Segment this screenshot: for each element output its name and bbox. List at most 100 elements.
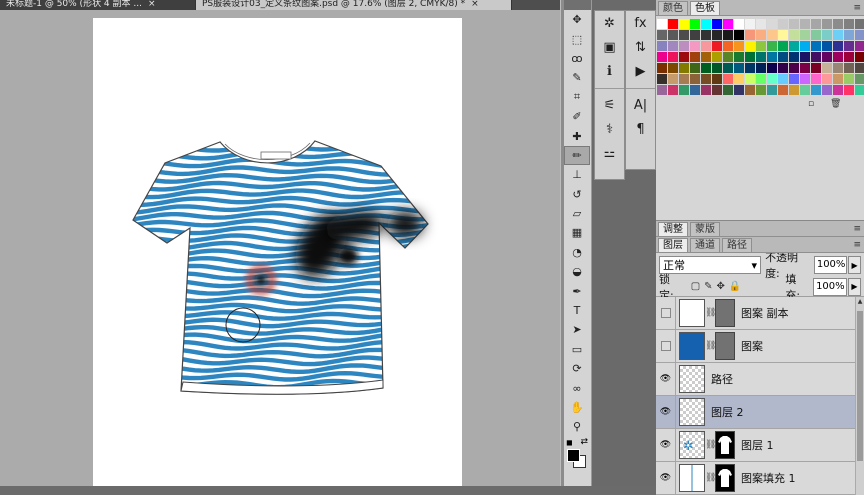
- color-swatch[interactable]: [833, 74, 843, 84]
- color-swatch[interactable]: [723, 63, 733, 73]
- color-swatch[interactable]: [767, 30, 777, 40]
- lock-transparent-icon[interactable]: ▢: [691, 281, 700, 292]
- color-swatch[interactable]: [668, 74, 678, 84]
- color-swatch[interactable]: [712, 63, 722, 73]
- color-swatch[interactable]: [789, 74, 799, 84]
- color-swatch[interactable]: [811, 41, 821, 51]
- color-swatch[interactable]: [745, 63, 755, 73]
- layer-row[interactable]: 👁 图层 2: [656, 395, 864, 429]
- eyedropper-tool[interactable]: ✐: [564, 107, 590, 126]
- color-swatch[interactable]: [833, 30, 843, 40]
- color-swatch[interactable]: [690, 52, 700, 62]
- color-swatch[interactable]: [800, 41, 810, 51]
- dodge-tool[interactable]: ◒: [564, 262, 590, 281]
- color-swatch[interactable]: [690, 19, 700, 29]
- color-swatch[interactable]: [822, 74, 832, 84]
- color-swatch[interactable]: [723, 85, 733, 95]
- color-swatch[interactable]: [668, 41, 678, 51]
- type-tool[interactable]: T: [564, 301, 590, 320]
- color-swatch[interactable]: [767, 85, 777, 95]
- color-swatch[interactable]: [844, 30, 854, 40]
- color-swatch[interactable]: [811, 63, 821, 73]
- document-tab[interactable]: PS服装设计03_定义条纹图案.psd @ 17.6% (图层 2, CMYK/…: [196, 0, 512, 10]
- color-swatch[interactable]: [833, 41, 843, 51]
- toolbox-grip[interactable]: [564, 0, 591, 10]
- path-select-tool[interactable]: ➤: [564, 320, 590, 339]
- document-tab[interactable]: 未标题-1 @ 50% (形状 4 副本 ... ×: [0, 0, 196, 10]
- 3d-rotate-tool[interactable]: ⟳: [564, 359, 590, 378]
- marquee-tool[interactable]: ⬚: [564, 29, 590, 48]
- color-swatch[interactable]: [701, 74, 711, 84]
- link-icon[interactable]: ⛓: [705, 473, 716, 483]
- layer-row[interactable]: ⛓ 图案: [656, 329, 864, 363]
- color-swatch[interactable]: [701, 30, 711, 40]
- color-swatch[interactable]: [811, 52, 821, 62]
- color-swatch[interactable]: [844, 85, 854, 95]
- clone-source-icon[interactable]: ⚕: [595, 117, 624, 141]
- color-swatch[interactable]: [811, 30, 821, 40]
- color-swatch[interactable]: [844, 41, 854, 51]
- opacity-slider-button[interactable]: ▶: [848, 256, 861, 274]
- scroll-up-icon[interactable]: ▲: [856, 297, 864, 307]
- color-swatch[interactable]: [855, 74, 864, 84]
- color-swatch[interactable]: [778, 63, 788, 73]
- color-swatch[interactable]: [745, 85, 755, 95]
- color-swatch[interactable]: [723, 52, 733, 62]
- tab-swatches[interactable]: 色板: [690, 1, 720, 15]
- color-swatch[interactable]: [756, 74, 766, 84]
- color-swatch[interactable]: [657, 41, 667, 51]
- color-swatch[interactable]: [723, 74, 733, 84]
- color-swatch[interactable]: [822, 52, 832, 62]
- color-swatch[interactable]: [767, 19, 777, 29]
- color-swatch[interactable]: [734, 74, 744, 84]
- color-swatch[interactable]: [789, 52, 799, 62]
- color-swatch[interactable]: [701, 19, 711, 29]
- color-swatch[interactable]: [855, 19, 864, 29]
- color-swatch[interactable]: [668, 30, 678, 40]
- color-swatch[interactable]: [734, 41, 744, 51]
- layer-row[interactable]: 👁 ⛓ 图案填充 1: [656, 461, 864, 495]
- layer-mask-thumbnail[interactable]: [715, 431, 735, 459]
- new-swatch-icon[interactable]: ▫: [808, 99, 814, 109]
- color-swatch[interactable]: [800, 30, 810, 40]
- color-swatch[interactable]: [844, 19, 854, 29]
- scrollbar-thumb[interactable]: [857, 311, 863, 461]
- color-swatch[interactable]: [756, 41, 766, 51]
- move-tool[interactable]: ✥: [564, 10, 590, 29]
- fx-styles-icon[interactable]: fx: [626, 11, 655, 35]
- color-swatch[interactable]: [712, 74, 722, 84]
- color-swatch[interactable]: [855, 30, 864, 40]
- visibility-toggle[interactable]: [656, 296, 676, 330]
- color-swatch[interactable]: [855, 63, 864, 73]
- color-swatch[interactable]: [855, 52, 864, 62]
- color-swatch[interactable]: [690, 30, 700, 40]
- color-swatch[interactable]: [679, 85, 689, 95]
- color-swatch[interactable]: [701, 41, 711, 51]
- color-swatch[interactable]: [800, 74, 810, 84]
- color-swatch[interactable]: [800, 63, 810, 73]
- color-swatch[interactable]: [756, 30, 766, 40]
- color-swatch[interactable]: [789, 85, 799, 95]
- color-swatch[interactable]: [734, 85, 744, 95]
- color-swatch[interactable]: [822, 85, 832, 95]
- color-swatch[interactable]: [745, 41, 755, 51]
- color-swatch[interactable]: [778, 85, 788, 95]
- color-swatch[interactable]: [855, 41, 864, 51]
- fill-input[interactable]: 100%: [813, 277, 848, 296]
- color-swatch[interactable]: [767, 41, 777, 51]
- tool-presets-icon[interactable]: ⚍: [595, 141, 624, 165]
- tab-layers[interactable]: 图层: [658, 238, 688, 252]
- color-swatch[interactable]: [679, 63, 689, 73]
- opacity-input[interactable]: 100%: [813, 256, 848, 274]
- color-swatch[interactable]: [778, 30, 788, 40]
- color-swatch[interactable]: [734, 52, 744, 62]
- tab-adjustments[interactable]: 调整: [658, 222, 688, 236]
- visibility-toggle[interactable]: 👁: [656, 362, 676, 396]
- color-swatch[interactable]: [723, 30, 733, 40]
- visibility-toggle[interactable]: 👁: [656, 395, 676, 429]
- color-swatch[interactable]: [679, 30, 689, 40]
- paragraph-icon[interactable]: ¶: [626, 117, 655, 141]
- color-swatch[interactable]: [756, 85, 766, 95]
- tab-paths[interactable]: 路径: [722, 238, 752, 252]
- color-swatch[interactable]: [701, 85, 711, 95]
